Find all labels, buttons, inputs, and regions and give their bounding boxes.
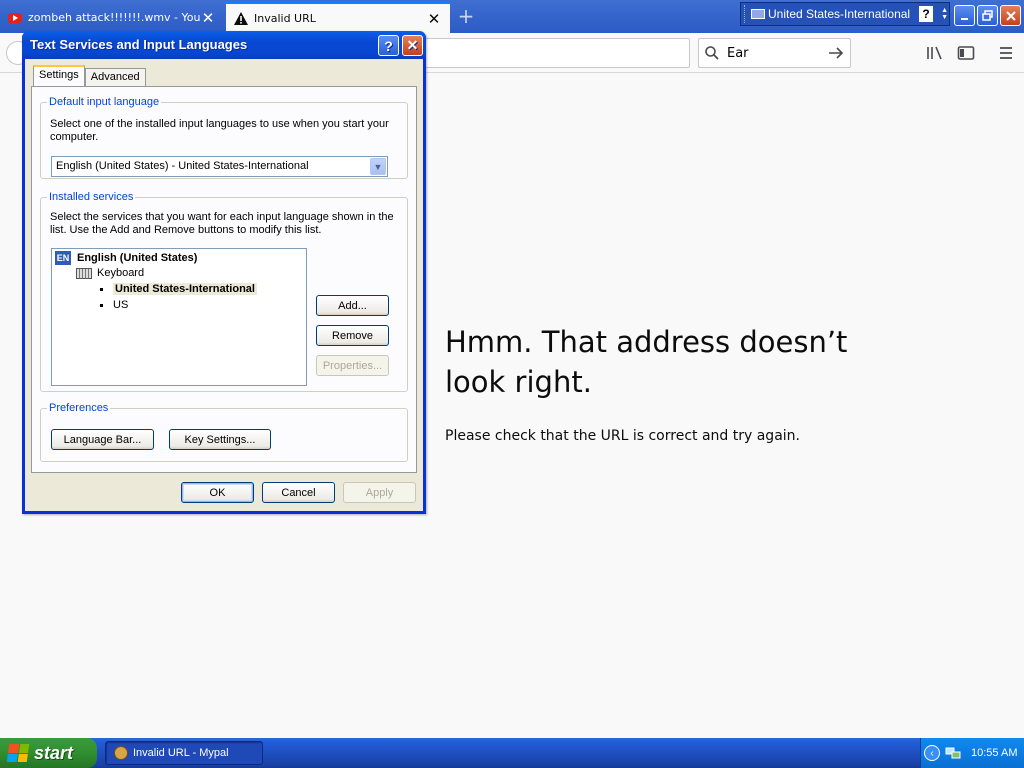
minimize-icon: [960, 17, 968, 20]
tree-language-label: English (United States): [77, 252, 198, 264]
dialog-title[interactable]: Text Services and Input Languages ? ✕: [22, 31, 426, 59]
ok-button[interactable]: OK: [181, 482, 254, 503]
installed-services-text: Select the services that you want for ea…: [50, 211, 394, 236]
chevron-down-icon[interactable]: ▼: [370, 158, 386, 175]
tree-item-label: US: [113, 299, 129, 311]
chevron-left-icon[interactable]: ‹: [924, 745, 940, 761]
tree-item[interactable]: United States-International: [100, 283, 257, 295]
restore-button[interactable]: [977, 5, 998, 26]
language-bar[interactable]: United States-International ? ▲ ▼: [740, 2, 950, 26]
cancel-button[interactable]: Cancel: [262, 482, 335, 503]
installed-services-group: Installed services Select the services t…: [40, 191, 408, 392]
mypal-icon: [114, 746, 128, 760]
language-bar-button[interactable]: Language Bar...: [51, 429, 154, 450]
close-icon: [1005, 10, 1016, 21]
language-bar-options-icon[interactable]: ▲ ▼: [941, 7, 948, 21]
bullet-icon: [100, 287, 103, 291]
error-title: Hmm. That address doesn’t look right.: [445, 325, 848, 399]
remove-button[interactable]: Remove: [316, 325, 389, 346]
settings-panel: Default input language Select one of the…: [31, 86, 417, 473]
search-input[interactable]: Ear: [727, 46, 828, 61]
dialog-tabs: Settings Advanced: [33, 65, 146, 86]
keyboard-icon: [76, 267, 92, 279]
add-button[interactable]: Add...: [316, 295, 389, 316]
clock[interactable]: 10:55 AM: [971, 747, 1017, 759]
start-label: start: [34, 742, 74, 763]
preferences-group: Preferences Language Bar... Key Settings…: [40, 402, 408, 462]
sidebar-icon[interactable]: [957, 45, 975, 61]
tree-keyboard-node[interactable]: Keyboard: [76, 267, 144, 279]
services-tree[interactable]: EN English (United States) Keyboard Unit…: [51, 248, 307, 386]
tree-language-node[interactable]: EN English (United States): [55, 251, 197, 265]
error-description: Please check that the URL is correct and…: [445, 428, 800, 444]
new-tab-button[interactable]: +: [454, 4, 478, 28]
url-bar[interactable]: [420, 38, 690, 68]
search-bar[interactable]: Ear: [698, 38, 851, 68]
keyboard-icon: [751, 9, 765, 19]
tab-strip: zombeh attack!!!!!!!.wmv - YouTu ✕ Inval…: [0, 0, 1024, 33]
window-close-button[interactable]: [1000, 5, 1021, 26]
minimize-button[interactable]: [954, 5, 975, 26]
search-go-icon[interactable]: [828, 46, 844, 60]
dialog-title-text: Text Services and Input Languages: [30, 37, 248, 52]
tab-close-icon[interactable]: ✕: [426, 10, 442, 28]
properties-button[interactable]: Properties...: [316, 355, 389, 376]
dialog-close-button[interactable]: ✕: [402, 35, 423, 56]
youtube-icon: [8, 12, 22, 23]
default-language-group: Default input language Select one of the…: [40, 96, 408, 179]
start-button[interactable]: start: [0, 738, 97, 768]
tree-keyboard-label: Keyboard: [97, 267, 145, 279]
default-language-text: Select one of the installed input langua…: [50, 118, 389, 143]
apply-button[interactable]: Apply: [343, 482, 416, 503]
warning-icon: [234, 12, 248, 25]
tab-title: Invalid URL: [254, 12, 316, 25]
default-language-select[interactable]: English (United States) - United States-…: [51, 156, 388, 177]
taskbar: start Invalid URL - Mypal ‹ 10:55 AM: [0, 738, 1024, 768]
language-bar-label[interactable]: United States-International: [768, 7, 910, 21]
language-bar-help-icon[interactable]: ?: [919, 6, 934, 22]
installed-services-legend: Installed services: [49, 191, 134, 203]
text-services-dialog: Text Services and Input Languages ? ✕ Se…: [22, 31, 426, 514]
tree-item[interactable]: US: [100, 299, 128, 311]
default-language-legend: Default input language: [49, 96, 160, 108]
tab-advanced[interactable]: Advanced: [84, 68, 146, 86]
default-language-value: English (United States) - United States-…: [56, 160, 309, 172]
language-badge-icon: EN: [55, 251, 71, 265]
tab-invalid-url[interactable]: Invalid URL ✕: [226, 2, 450, 33]
taskbar-item-label: Invalid URL - Mypal: [133, 747, 229, 759]
tab-close-icon[interactable]: ✕: [200, 9, 216, 27]
tree-item-label: United States-International: [113, 283, 257, 295]
menu-icon[interactable]: [997, 45, 1015, 61]
tab-youtube[interactable]: zombeh attack!!!!!!!.wmv - YouTu ✕: [0, 2, 224, 33]
preferences-legend: Preferences: [49, 402, 109, 414]
dialog-help-button[interactable]: ?: [378, 35, 399, 56]
library-icon[interactable]: [926, 45, 944, 61]
network-icon[interactable]: [945, 746, 961, 760]
bullet-icon: [100, 303, 103, 307]
system-tray: ‹ 10:55 AM: [920, 738, 1024, 768]
tab-title: zombeh attack!!!!!!!.wmv - YouTu: [28, 11, 200, 24]
tab-settings[interactable]: Settings: [33, 65, 85, 86]
restore-icon: [982, 10, 993, 21]
key-settings-button[interactable]: Key Settings...: [169, 429, 271, 450]
search-icon: [705, 46, 719, 60]
windows-logo-icon: [6, 744, 30, 762]
language-bar-grip[interactable]: [744, 5, 748, 23]
taskbar-item-mypal[interactable]: Invalid URL - Mypal: [105, 741, 263, 765]
